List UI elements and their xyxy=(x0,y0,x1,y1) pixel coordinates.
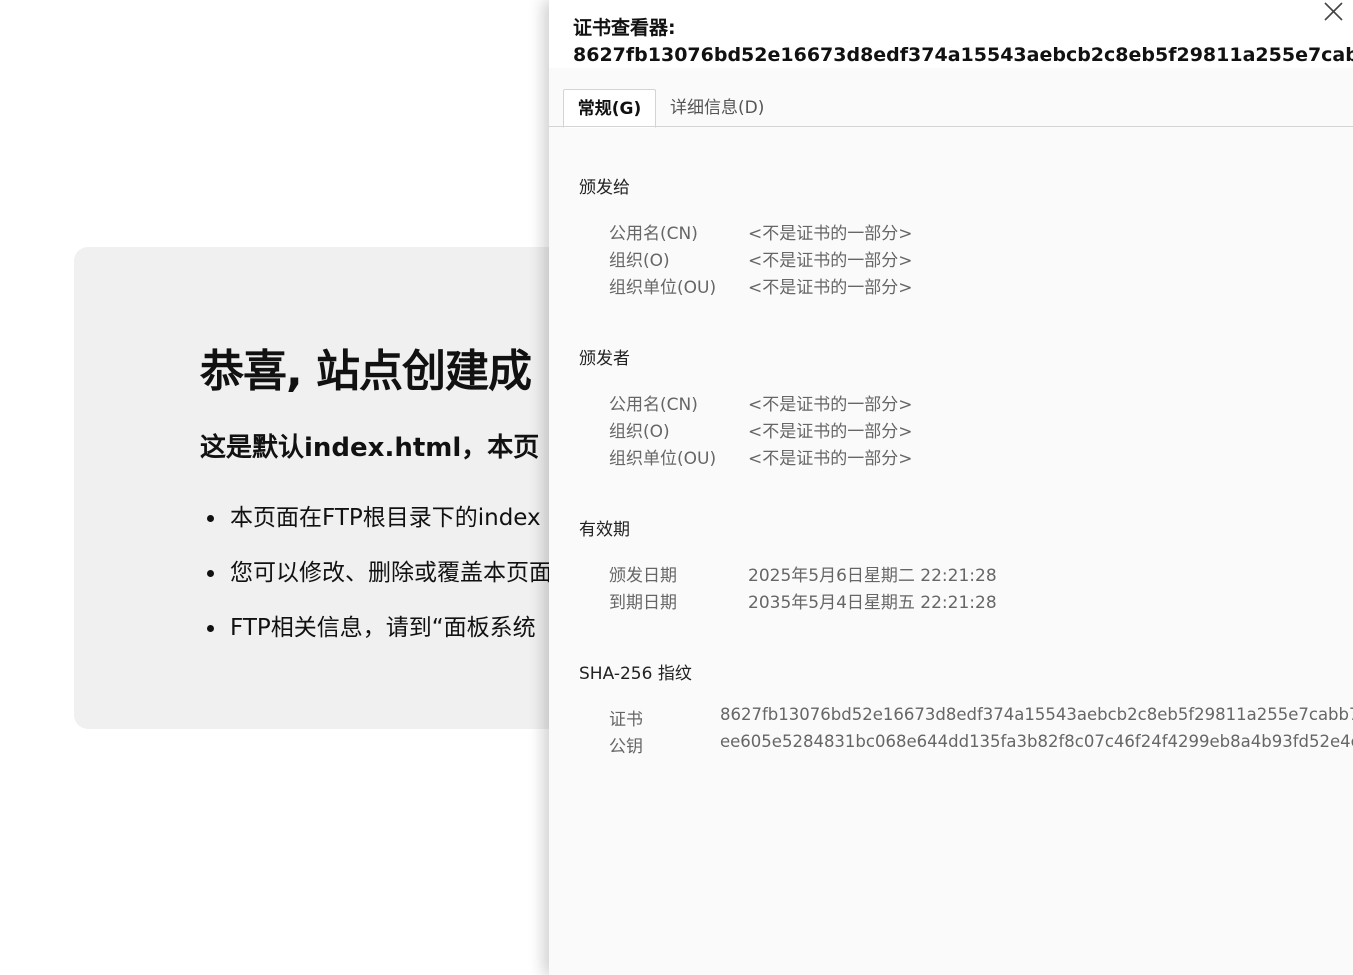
page-title: 恭喜, 站点创建成 xyxy=(200,346,532,397)
issued-by-heading: 颁发者 xyxy=(579,349,630,369)
issued-by-ou-value: <不是证书的一部分> xyxy=(748,449,913,469)
issued-to-heading: 颁发给 xyxy=(579,178,630,198)
title-fingerprint: 8627fb13076bd52e16673d8edf374a15543aebcb… xyxy=(573,44,1353,66)
validity-heading: 有效期 xyxy=(579,520,630,540)
issued-to-cn-value: <不是证书的一部分> xyxy=(748,224,913,244)
fingerprint-heading: SHA-256 指纹 xyxy=(579,664,692,684)
expiry-date-label: 到期日期 xyxy=(609,593,677,613)
tab-divider xyxy=(549,126,1353,127)
info-list: 本页面在FTP根目录下的index 您可以修改、删除或覆盖本页面 FTP相关信息… xyxy=(200,502,552,667)
close-button[interactable] xyxy=(1321,0,1345,24)
pubkey-fingerprint-label: 公钥 xyxy=(609,737,643,757)
issued-by-o-value: <不是证书的一部分> xyxy=(748,422,913,442)
cert-fingerprint-value: 8627fb13076bd52e16673d8edf374a15543aebcb… xyxy=(720,705,1353,724)
list-item: 您可以修改、删除或覆盖本页面 xyxy=(200,557,552,612)
background-page-card: 恭喜, 站点创建成 这是默认index.html，本页 本页面在FTP根目录下的… xyxy=(74,247,614,729)
expiry-date-value: 2035年5月4日星期五 22:21:28 xyxy=(748,593,997,613)
issued-to-ou-label: 组织单位(OU) xyxy=(609,278,717,298)
issued-date-value: 2025年5月6日星期二 22:21:28 xyxy=(748,566,997,586)
issued-to-o-value: <不是证书的一部分> xyxy=(748,251,913,271)
certificate-viewer-header: 证书查看器: 8627fb13076bd52e16673d8edf374a155… xyxy=(549,0,1353,68)
cert-fingerprint-label: 证书 xyxy=(609,710,643,730)
issued-to-o-label: 组织(O) xyxy=(609,251,670,271)
tab-details[interactable]: 详细信息(D) xyxy=(670,89,764,126)
page-subtitle: 这是默认index.html，本页 xyxy=(200,433,540,463)
close-icon xyxy=(1324,2,1343,21)
issued-to-ou-value: <不是证书的一部分> xyxy=(748,278,913,298)
issued-by-cn-label: 公用名(CN) xyxy=(609,395,698,415)
issued-by-o-label: 组织(O) xyxy=(609,422,670,442)
certificate-viewer-title: 证书查看器: 8627fb13076bd52e16673d8edf374a155… xyxy=(573,15,1353,69)
issued-to-cn-label: 公用名(CN) xyxy=(609,224,698,244)
issued-date-label: 颁发日期 xyxy=(609,566,677,586)
issued-by-ou-label: 组织单位(OU) xyxy=(609,449,717,469)
list-item: 本页面在FTP根目录下的index xyxy=(200,502,552,557)
pubkey-fingerprint-value: ee605e5284831bc068e644dd135fa3b82f8c07c4… xyxy=(720,732,1353,751)
title-label: 证书查看器: xyxy=(573,17,676,39)
list-item: FTP相关信息，请到“面板系统 xyxy=(200,612,552,667)
certificate-viewer-panel: 证书查看器: 8627fb13076bd52e16673d8edf374a155… xyxy=(549,0,1353,975)
tab-general[interactable]: 常规(G) xyxy=(563,89,656,128)
issued-by-cn-value: <不是证书的一部分> xyxy=(748,395,913,415)
